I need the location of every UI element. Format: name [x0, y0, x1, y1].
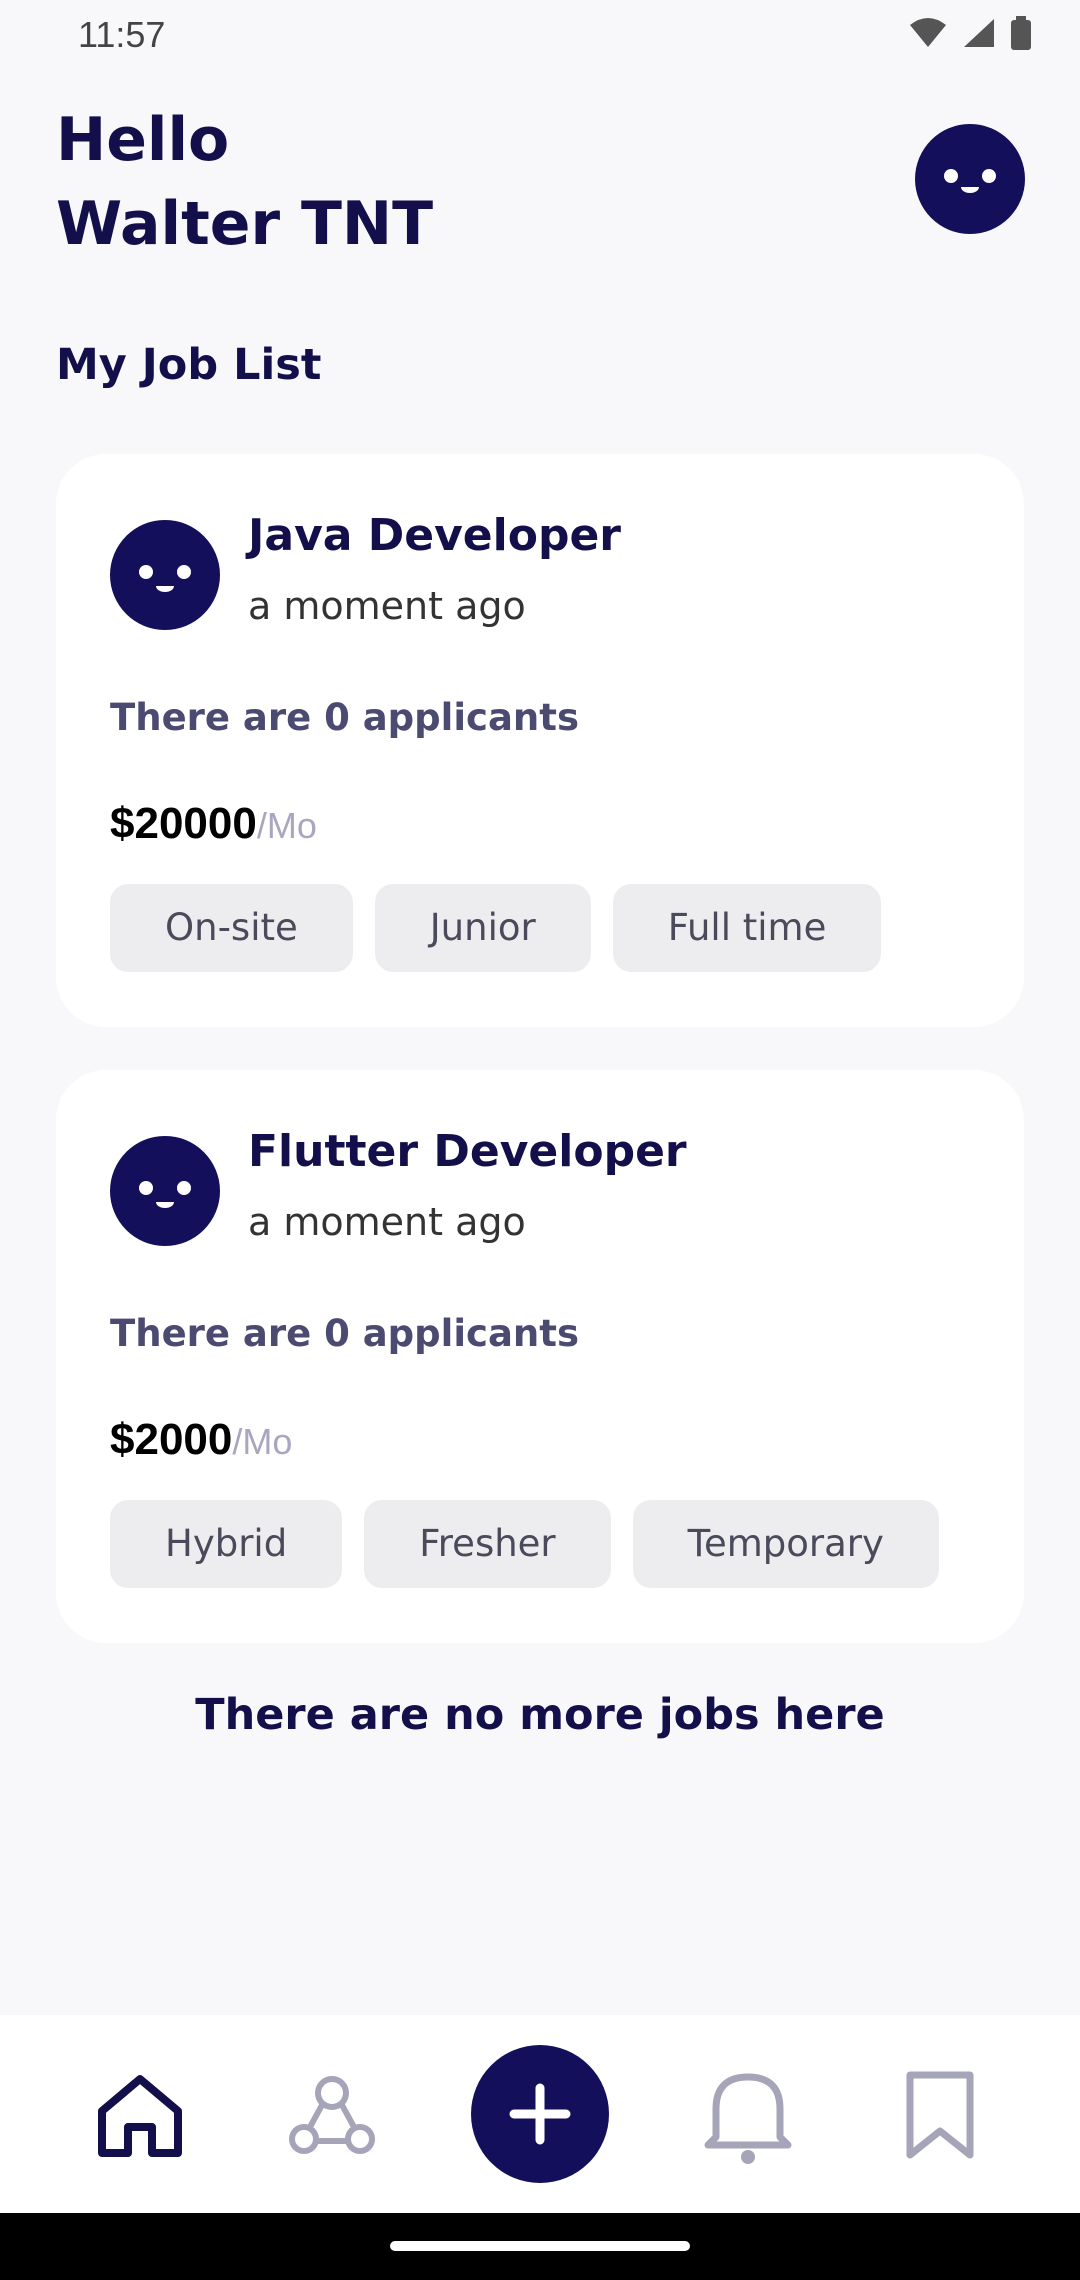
- status-time: 11:57: [78, 14, 166, 55]
- avatar-face-icon: [139, 1181, 191, 1208]
- system-gesture-bar: [0, 2213, 1080, 2280]
- add-job-button[interactable]: [471, 2045, 609, 2183]
- salary-amount: $2000: [110, 1415, 233, 1464]
- avatar-face-icon: [139, 565, 191, 592]
- tag-workplace: Hybrid: [110, 1500, 343, 1588]
- section-title: My Job List: [56, 340, 322, 390]
- job-card[interactable]: Flutter Developer a moment ago There are…: [56, 1070, 1024, 1643]
- salary-period: /Mo: [256, 805, 317, 846]
- tag-level: Fresher: [364, 1500, 611, 1588]
- job-title: Java Developer: [248, 510, 621, 561]
- tag-level: Junior: [374, 884, 591, 972]
- greeting-line-1: Hello: [56, 105, 230, 175]
- profile-avatar[interactable]: [915, 124, 1025, 234]
- status-icons: [908, 16, 1032, 50]
- job-tags: Hybrid Fresher Temporary: [110, 1500, 939, 1588]
- salary-period: /Mo: [232, 1421, 293, 1462]
- salary: $2000/Mo: [110, 1415, 292, 1465]
- job-posted-time: a moment ago: [248, 1200, 526, 1244]
- no-more-jobs-message: There are no more jobs here: [195, 1690, 885, 1740]
- job-posted-time: a moment ago: [248, 584, 526, 628]
- tag-type: Full time: [612, 884, 882, 972]
- applicants-count: There are 0 applicants: [110, 1312, 579, 1355]
- greeting: Hello Walter TNT: [56, 98, 433, 266]
- applicants-count: There are 0 applicants: [110, 696, 579, 739]
- salary: $20000/Mo: [110, 799, 317, 849]
- plus-icon: [509, 2083, 571, 2145]
- job-title: Flutter Developer: [248, 1126, 687, 1177]
- nav-saved[interactable]: [890, 2065, 990, 2165]
- network-icon: [289, 2076, 375, 2154]
- status-bar: 11:57: [0, 0, 1080, 72]
- signal-icon: [964, 19, 994, 47]
- greeting-line-2: Walter TNT: [56, 189, 434, 259]
- bell-icon: [704, 2073, 792, 2164]
- tag-workplace: On-site: [110, 884, 353, 972]
- home-icon: [98, 2075, 182, 2157]
- battery-icon: [1011, 16, 1031, 50]
- nav-home[interactable]: [90, 2065, 190, 2165]
- home-indicator[interactable]: [390, 2241, 690, 2251]
- wifi-icon: [910, 18, 946, 47]
- bottom-nav: [0, 2015, 1080, 2213]
- nav-network[interactable]: [282, 2065, 382, 2165]
- avatar-face-icon: [944, 165, 996, 193]
- job-tags: On-site Junior Full time: [110, 884, 882, 972]
- bookmark-icon: [906, 2071, 974, 2159]
- company-avatar: [110, 1136, 220, 1246]
- job-card[interactable]: Java Developer a moment ago There are 0 …: [56, 454, 1024, 1027]
- nav-notifications[interactable]: [698, 2065, 798, 2165]
- salary-amount: $20000: [110, 799, 257, 848]
- company-avatar: [110, 520, 220, 630]
- tag-type: Temporary: [632, 1500, 939, 1588]
